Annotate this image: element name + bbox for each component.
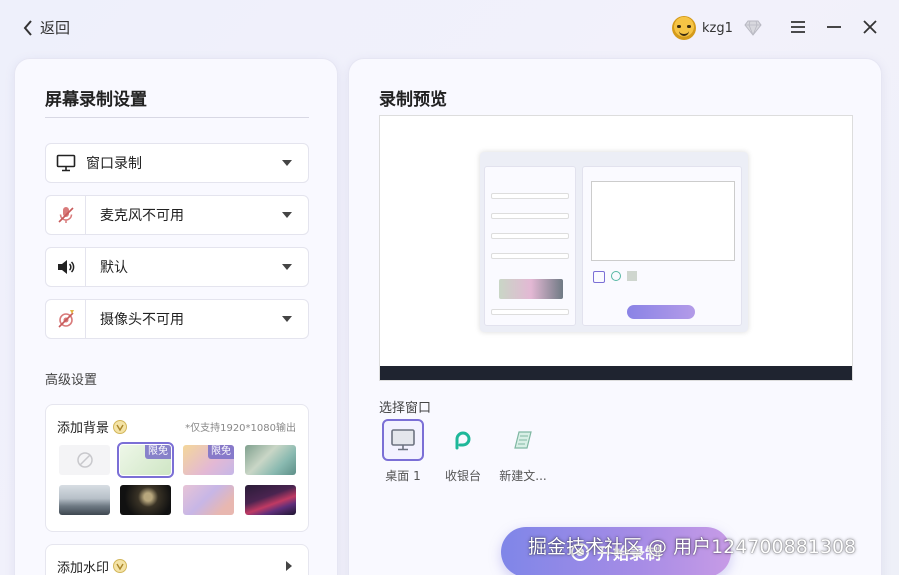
window-option-icon-box [502, 419, 544, 461]
preview-panel: 录制预览 选择窗口 桌面 1 收银台 新建文... 开始录制 [348, 58, 882, 575]
watermark-label: 添加水印 [57, 557, 286, 575]
no-background-icon [76, 452, 93, 468]
window-option-label: 收银台 [444, 469, 481, 483]
title-bar: 返回 kzg1 [0, 0, 899, 56]
choose-window-label: 选择窗口 [379, 401, 432, 416]
caret-down-icon [282, 212, 292, 218]
app-icon [455, 431, 471, 450]
background-none-option[interactable] [59, 445, 110, 475]
record-mode-label: 窗口录制 [86, 156, 142, 172]
back-label: 返回 [40, 19, 71, 37]
camera-off-icon [57, 310, 74, 328]
record-mode-select[interactable]: 窗口录制 [45, 143, 309, 183]
camera-select[interactable]: 摄像头不可用 [45, 299, 309, 339]
window-option-desktop[interactable]: 桌面 1 [373, 419, 433, 484]
microphone-select[interactable]: 麦克风不可用 [45, 195, 309, 235]
speaker-icon [57, 260, 74, 274]
window-option-cashier[interactable]: 收银台 [433, 419, 493, 484]
watermark-label-text: 添加水印 [57, 560, 110, 575]
close-button[interactable] [860, 17, 880, 37]
camera-label: 摄像头不可用 [100, 312, 184, 328]
image-watermark: 掘金技术社区 @ 用户124700881308 [528, 536, 857, 558]
window-option-icon-box [442, 419, 484, 461]
preview-taskbar [380, 366, 852, 380]
divider [45, 117, 309, 118]
desktop-icon [391, 429, 415, 451]
caret-down-icon [282, 316, 292, 322]
background-note: *仅支持1920*1080输出 [185, 423, 296, 434]
background-title-text: 添加背景 [57, 421, 110, 436]
notepad-icon [514, 431, 532, 449]
mic-icon-box [46, 196, 86, 234]
hamburger-icon [791, 21, 805, 33]
background-card: 添加背景 *仅支持1920*1080输出 限免 限免 [45, 404, 309, 532]
background-option-dark[interactable] [120, 485, 171, 515]
vip-diamond-icon[interactable] [744, 20, 762, 36]
user-info[interactable]: kzg1 [672, 16, 733, 40]
free-badge: 限免 [208, 445, 234, 459]
menu-button[interactable] [788, 17, 808, 37]
close-icon [863, 20, 877, 34]
caret-down-icon [282, 160, 292, 166]
background-option-mountain[interactable] [59, 485, 110, 515]
mic-off-icon [57, 207, 74, 223]
speaker-select[interactable]: 默认 [45, 247, 309, 287]
avatar[interactable] [672, 16, 696, 40]
window-option-label: 桌面 1 [385, 469, 421, 483]
vip-badge-icon [113, 559, 128, 573]
minimize-icon [827, 26, 841, 28]
preview-screenshot [480, 152, 748, 332]
background-option-aurora[interactable] [245, 485, 296, 515]
preview-title: 录制预览 [379, 90, 447, 110]
background-option-gold[interactable]: 限免 [183, 445, 234, 475]
caret-down-icon [282, 264, 292, 270]
back-button[interactable]: 返回 [22, 17, 70, 38]
monitor-icon [56, 154, 76, 172]
recording-preview [379, 115, 853, 381]
window-option-icon-box [382, 419, 424, 461]
minimize-button[interactable] [824, 17, 844, 37]
advanced-settings-label: 高级设置 [45, 373, 98, 388]
window-option-label: 新建文... [499, 469, 547, 483]
settings-title: 屏幕录制设置 [45, 90, 147, 110]
background-option-pastel[interactable] [183, 485, 234, 515]
watermark-row[interactable]: 添加水印 [45, 544, 309, 575]
chevron-right-icon [286, 561, 292, 571]
vip-badge-icon [113, 419, 128, 434]
microphone-label: 麦克风不可用 [100, 208, 184, 224]
chevron-left-icon [23, 19, 32, 36]
camera-icon-box [46, 300, 86, 338]
background-option-green[interactable]: 限免 [117, 442, 174, 478]
free-badge: 限免 [145, 445, 171, 459]
speaker-icon-box [46, 248, 86, 286]
speaker-label: 默认 [100, 260, 128, 276]
window-option-notepad[interactable]: 新建文... [493, 419, 553, 484]
background-title: 添加背景 [57, 417, 128, 436]
username: kzg1 [702, 20, 733, 36]
settings-panel: 屏幕录制设置 窗口录制 麦克风不可用 默认 摄像头不可用 高级设置 添加背景 *… [14, 58, 338, 575]
background-option-teal[interactable] [245, 445, 296, 475]
